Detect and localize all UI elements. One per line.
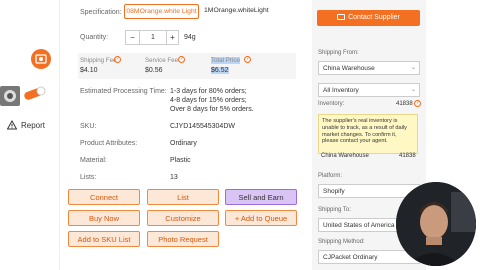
- lists-value: 13: [170, 174, 178, 181]
- quantity-minus-button[interactable]: −: [126, 31, 140, 44]
- processing-line: 1-3 days for 80% orders;: [170, 88, 247, 95]
- sku-label: SKU:: [80, 123, 97, 130]
- total-price-info-icon[interactable]: ?: [244, 56, 251, 63]
- total-price-value: $6.52: [211, 67, 229, 74]
- left-sidebar: Report: [0, 0, 60, 270]
- connect-button[interactable]: Connect: [68, 189, 140, 205]
- inventory-select[interactable]: All Inventory ⌄: [318, 83, 420, 97]
- fees-box: Shipping Fee ? $4.10 Service Fee ? $0.56…: [78, 53, 296, 79]
- photo-request-button[interactable]: Photo Request: [147, 231, 219, 247]
- customize-button[interactable]: Customize: [147, 210, 219, 226]
- contact-supplier-label: Contact Supplier: [348, 14, 400, 21]
- sell-and-earn-button[interactable]: Sell and Earn: [225, 189, 297, 205]
- shipping-method-value: CJPacket Ordinary: [323, 254, 378, 261]
- shipping-fee-label: Shipping Fee: [80, 57, 117, 64]
- shipping-fee-info-icon[interactable]: ?: [114, 56, 121, 63]
- buy-now-button[interactable]: Buy Now: [68, 210, 140, 226]
- service-fee-info-icon[interactable]: ?: [178, 56, 185, 63]
- processing-line: 4-8 days for 15% orders;: [170, 97, 247, 104]
- shipping-fee-value: $4.10: [80, 67, 98, 74]
- shipping-from-select[interactable]: China Warehouse ⌄: [318, 61, 420, 75]
- material-label: Material:: [80, 157, 107, 164]
- webcam-overlay: [396, 182, 476, 266]
- contact-supplier-button[interactable]: Contact Supplier: [317, 10, 420, 26]
- add-to-sku-list-button[interactable]: Add to SKU List: [68, 231, 140, 247]
- report-icon[interactable]: [6, 119, 18, 130]
- quantity-input[interactable]: 1: [140, 31, 166, 44]
- inventory-tooltip-text: The supplier's real inventory is unable …: [322, 118, 407, 145]
- inventory-label: Inventory:: [318, 101, 345, 107]
- share-image-icon[interactable]: [31, 49, 51, 69]
- quantity-label: Quantity:: [80, 34, 109, 41]
- service-fee-value: $0.56: [145, 67, 163, 74]
- sku-value: CJYD145545304DW: [170, 123, 235, 130]
- product-thumbnail-light[interactable]: [21, 84, 47, 106]
- weight-value: 94g: [184, 34, 196, 41]
- inventory-info-icon[interactable]: ?: [414, 100, 421, 107]
- spec-option[interactable]: 1MOrange.whiteLight: [204, 4, 276, 19]
- spec-option-selected[interactable]: 08MOrange.white Light: [124, 4, 199, 19]
- message-icon: [337, 14, 346, 20]
- inventory-select-value: All Inventory: [323, 87, 359, 94]
- shipping-method-select[interactable]: CJPacket Ordinary: [318, 250, 420, 264]
- specification-label: Specification:: [80, 9, 122, 16]
- processing-line: Over 8 days for 5% orders.: [170, 106, 254, 113]
- chevron-down-icon: ⌄: [410, 65, 416, 71]
- shipping-to-value: United States of America: [323, 222, 395, 229]
- shipping-method-label: Shipping Method:: [318, 239, 365, 245]
- service-fee-label: Service Fee: [145, 57, 179, 64]
- chevron-down-icon: ⌄: [410, 87, 416, 93]
- lists-label: Lists:: [80, 174, 97, 181]
- inventory-count: 41838: [396, 101, 413, 107]
- add-to-queue-button[interactable]: + Add to Queue: [225, 210, 297, 226]
- product-thumbnail[interactable]: [0, 86, 20, 106]
- platform-label: Platform:: [318, 173, 343, 179]
- shipping-from-value: China Warehouse: [323, 65, 375, 72]
- shipping-from-label: Shipping From:: [318, 50, 359, 56]
- shipping-to-label: Shipping To:: [318, 207, 351, 213]
- quantity-stepper: − 1 +: [125, 30, 179, 45]
- platform-value: Shopify: [323, 188, 345, 195]
- warehouse-name: China Warehouse: [321, 153, 369, 159]
- processing-time-label: Estimated Processing Time:: [80, 88, 167, 95]
- total-price-label: Total Price: [211, 57, 240, 64]
- inventory-tooltip: The supplier's real inventory is unable …: [318, 114, 418, 154]
- warehouse-count: 41838: [399, 153, 416, 159]
- quantity-plus-button[interactable]: +: [166, 31, 178, 44]
- product-attributes-label: Product Attributes:: [80, 140, 138, 147]
- product-attributes-value: Ordinary: [170, 140, 197, 147]
- report-link[interactable]: Report: [21, 121, 45, 130]
- material-value: Plastic: [170, 157, 191, 164]
- list-button[interactable]: List: [147, 189, 219, 205]
